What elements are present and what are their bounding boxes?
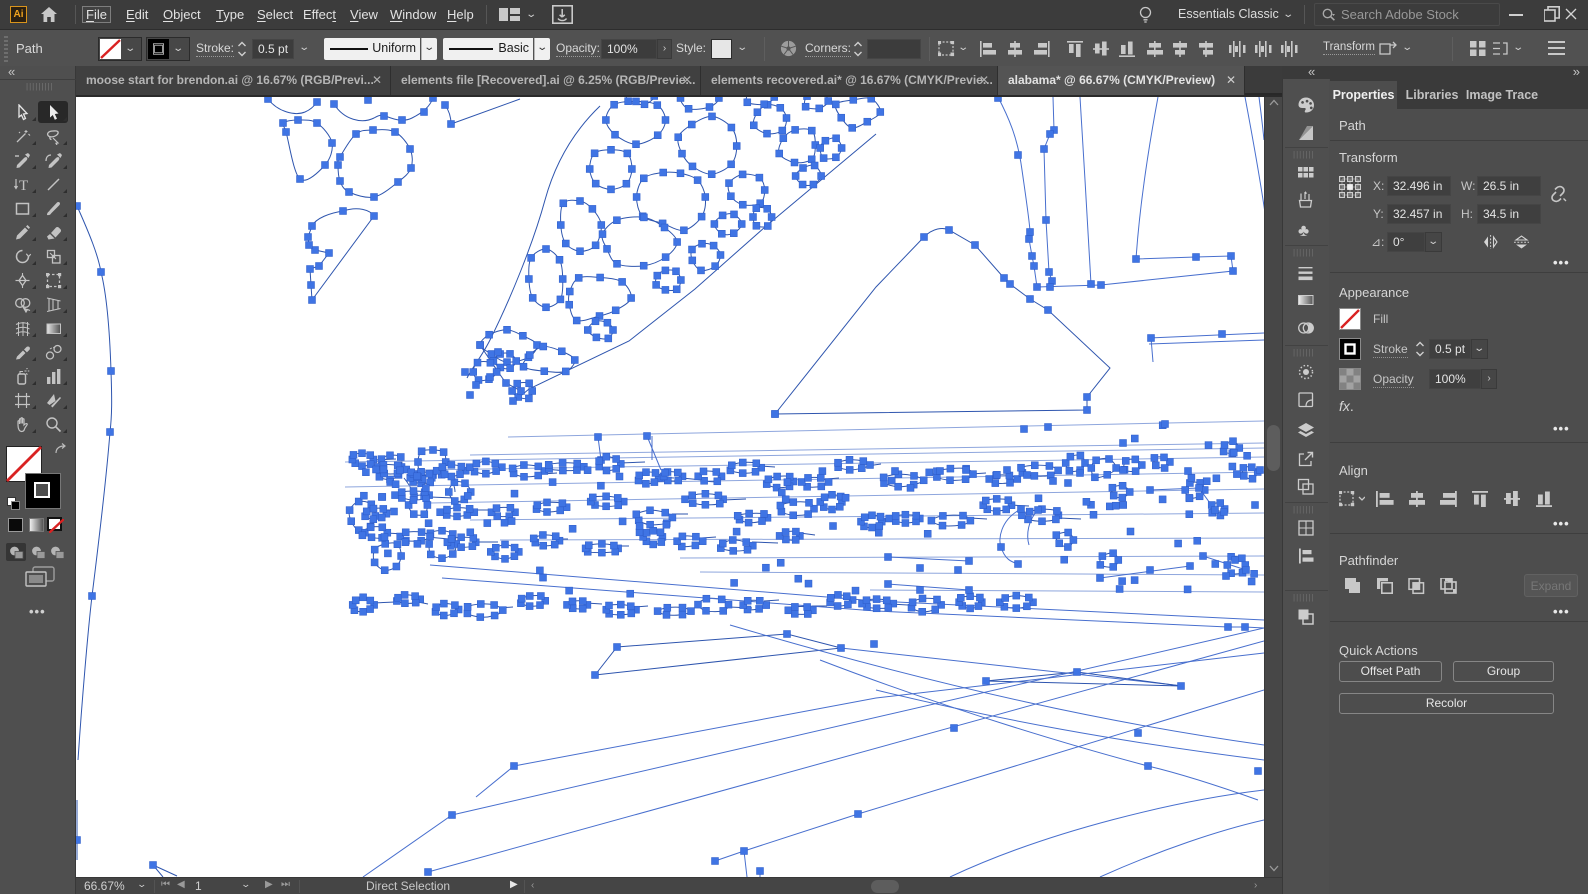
svg-text:♣: ♣ [1298, 221, 1309, 239]
svg-text:T: T [19, 178, 28, 193]
